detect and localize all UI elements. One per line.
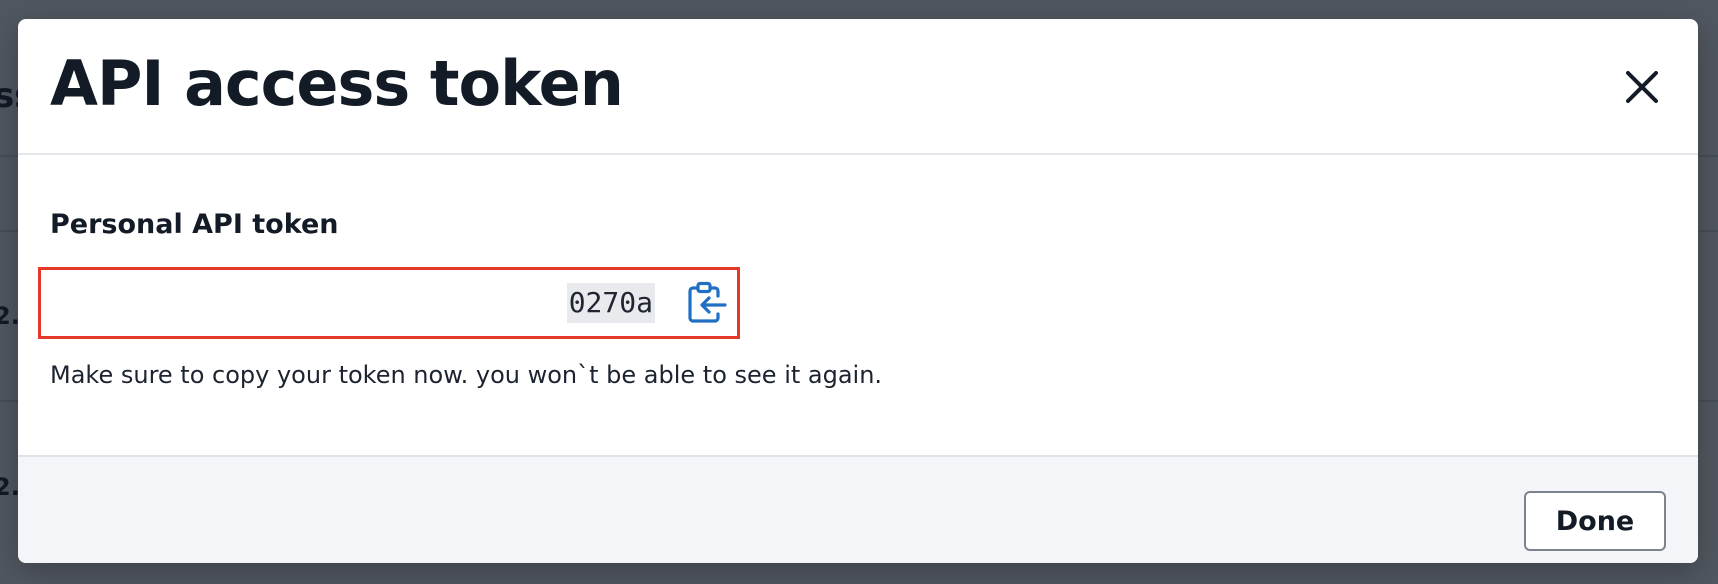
copy-token-button[interactable] [685, 280, 729, 326]
dialog-header: API access token [18, 19, 1698, 155]
close-icon [1626, 71, 1658, 103]
dialog-footer: Done [18, 455, 1698, 563]
close-button[interactable] [1622, 67, 1662, 107]
clipboard-copy-icon [688, 281, 727, 323]
api-token-dialog: API access token Personal API token 0270… [18, 19, 1698, 563]
token-value[interactable]: 0270a [566, 283, 655, 323]
dialog-body: Personal API token 0270a Make sure to co… [18, 155, 1698, 456]
token-warning-text: Make sure to copy your token now. you wo… [50, 361, 883, 389]
token-field-label: Personal API token [50, 209, 339, 240]
dialog-title: API access token [50, 47, 624, 120]
done-button[interactable]: Done [1524, 491, 1666, 551]
token-field[interactable]: 0270a [38, 267, 740, 339]
